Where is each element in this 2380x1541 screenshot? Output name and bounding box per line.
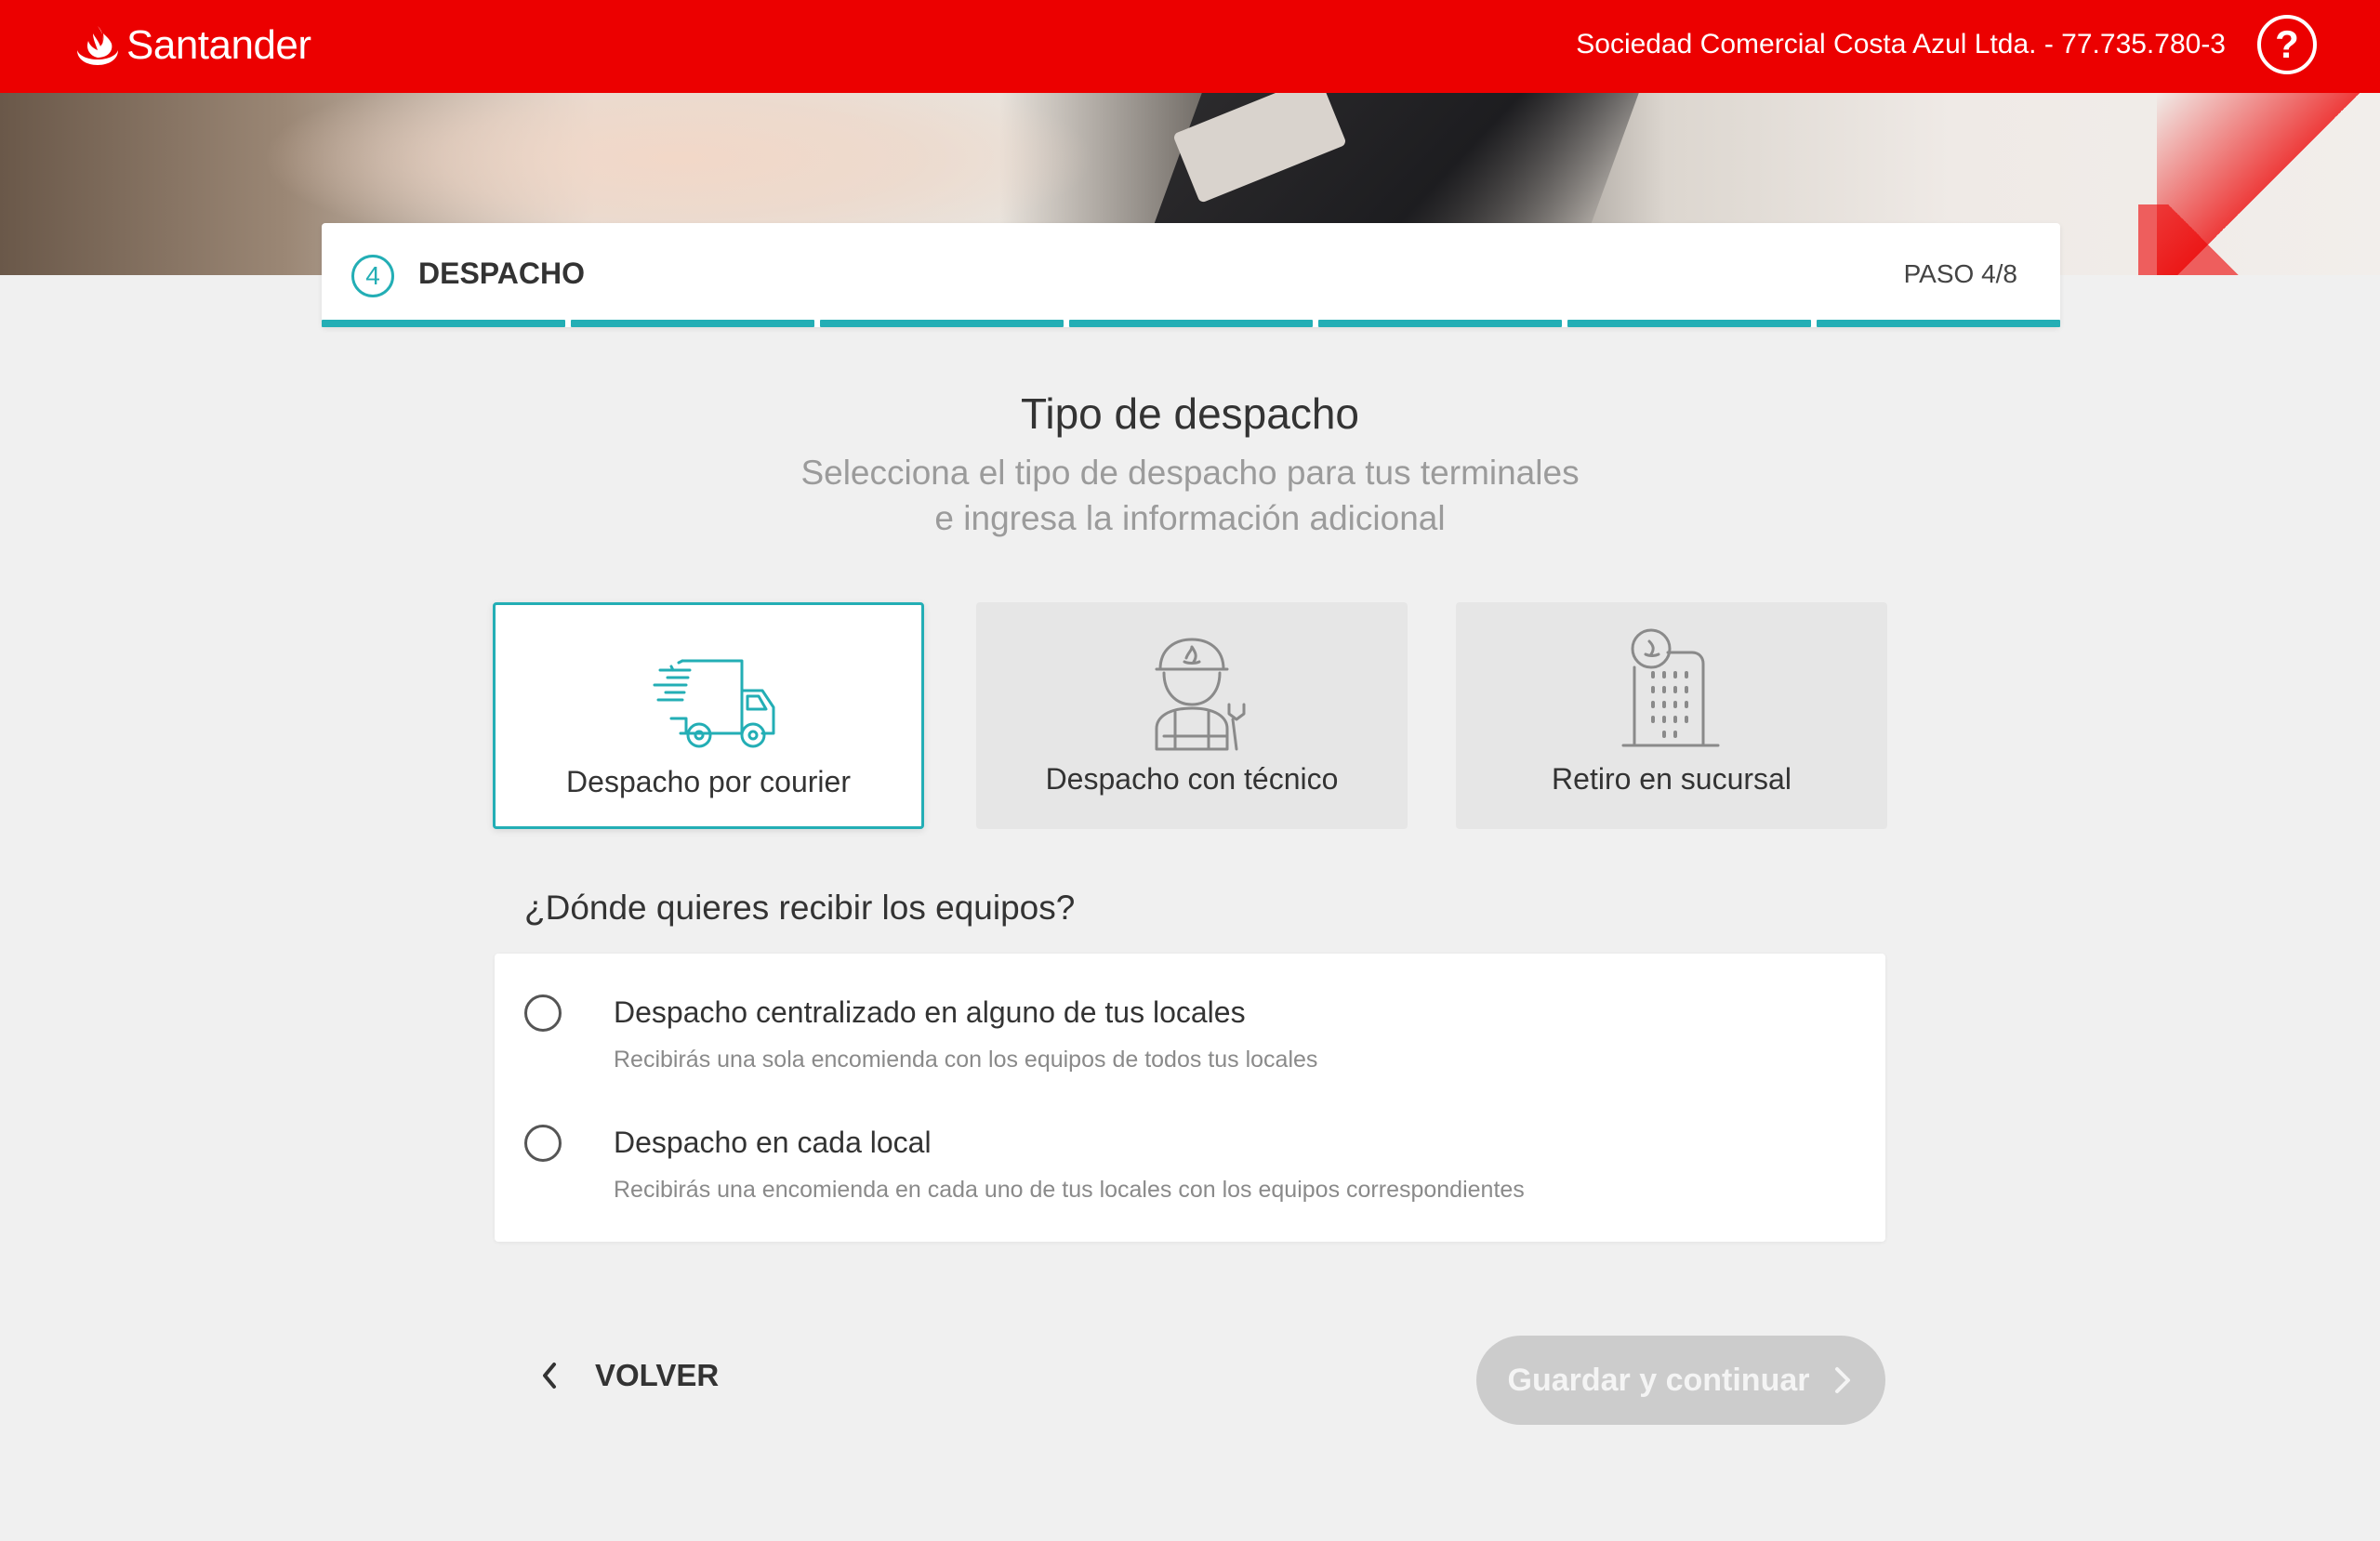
back-button[interactable]: VOLVER xyxy=(536,1357,719,1394)
delivery-question: ¿Dónde quieres recibir los equipos? xyxy=(524,889,1076,927)
radio-description: Recibirás una sola encomienda con los eq… xyxy=(614,1047,1318,1073)
chevron-right-icon xyxy=(1835,1367,1851,1393)
step-number-badge: 4 xyxy=(351,255,394,297)
option-branch-card[interactable]: Retiro en sucursal xyxy=(1456,602,1887,829)
progress-segment xyxy=(571,320,814,327)
santander-logo[interactable]: Santander xyxy=(73,19,311,72)
technician-icon xyxy=(1155,638,1246,751)
step-header-card: 4 DESPACHO PASO 4/8 xyxy=(322,223,2060,327)
option-courier-label: Despacho por courier xyxy=(566,765,851,798)
progress-segment xyxy=(820,320,1064,327)
top-bar: Santander Sociedad Comercial Costa Azul … xyxy=(0,0,2380,93)
option-courier-card[interactable]: Despacho por courier xyxy=(493,602,924,829)
radio-button[interactable] xyxy=(524,994,562,1032)
continue-button-label: Guardar y continuar xyxy=(1507,1362,1810,1398)
back-button-label: VOLVER xyxy=(595,1358,720,1392)
subtitle-line-1: Selecciona el tipo de despacho para tus … xyxy=(800,454,1580,492)
help-button[interactable]: ? xyxy=(2257,15,2317,74)
step-progress-bar xyxy=(322,320,2060,327)
progress-segment xyxy=(1567,320,1811,327)
radio-label[interactable]: Despacho en cada local xyxy=(614,1126,932,1160)
step-title: DESPACHO xyxy=(418,257,585,290)
subtitle-line-2: e ingresa la información adicional xyxy=(934,499,1446,537)
radio-description: Recibirás una encomienda en cada uno de … xyxy=(614,1177,1525,1203)
progress-segment xyxy=(1069,320,1313,327)
option-technician-card[interactable]: Despacho con técnico xyxy=(976,602,1408,829)
flame-logo-icon xyxy=(77,26,118,65)
bank-branch-icon xyxy=(1621,628,1720,747)
progress-segment xyxy=(322,320,565,327)
option-technician-label: Despacho con técnico xyxy=(1045,762,1339,796)
section-title: Tipo de despacho xyxy=(1020,389,1359,438)
step-counter: PASO 4/8 xyxy=(1903,259,2017,288)
progress-segment xyxy=(1817,320,2060,327)
company-name: Sociedad Comercial Costa Azul Ltda. - 77… xyxy=(1576,29,2226,59)
progress-segment xyxy=(1318,320,1562,327)
radio-label[interactable]: Despacho centralizado en alguno de tus l… xyxy=(614,995,1246,1030)
radio-button[interactable] xyxy=(524,1125,562,1162)
option-branch-label: Retiro en sucursal xyxy=(1552,762,1792,796)
delivery-options-panel: Despacho centralizado en alguno de tus l… xyxy=(495,954,1885,1242)
brand-name: Santander xyxy=(126,22,311,68)
save-and-continue-button[interactable]: Guardar y continuar xyxy=(1476,1336,1885,1425)
chevron-left-icon xyxy=(543,1363,556,1389)
section-subtitle: Selecciona el tipo de despacho para tus … xyxy=(0,450,2380,541)
delivery-truck-icon xyxy=(653,659,775,748)
